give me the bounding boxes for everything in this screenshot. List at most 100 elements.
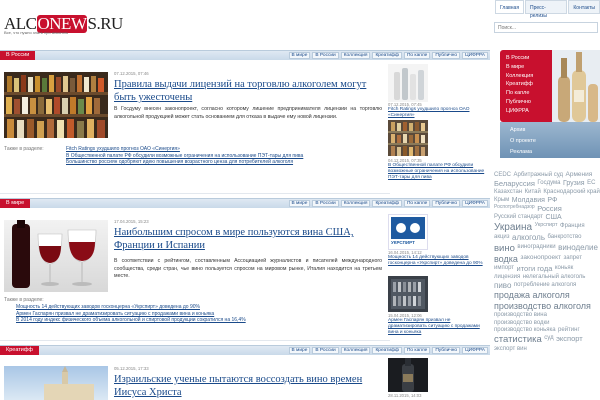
section-tab-public[interactable]: Публично: [432, 347, 461, 354]
menu-item-public[interactable]: Публично: [506, 98, 552, 107]
see-also-link[interactable]: Мощность 14 действующих заводов госконце…: [16, 304, 336, 311]
tag-link[interactable]: Госдума: [537, 180, 560, 186]
section-tab-po-kaple[interactable]: По капле: [403, 347, 431, 354]
tag-link[interactable]: Крым: [494, 197, 509, 203]
tag-link[interactable]: Франция: [560, 223, 585, 229]
tag-link[interactable]: водка: [494, 254, 518, 264]
side-photo-wine-store[interactable]: [388, 276, 428, 312]
section-tab-russia[interactable]: В России: [312, 347, 339, 354]
tag-link[interactable]: алкоголь: [512, 234, 545, 242]
top-nav-contacts[interactable]: Контакты: [568, 0, 600, 14]
side-news-link[interactable]: Fitch Ratings ухудшило прогноз ОАО «Сине…: [388, 107, 488, 119]
section-tab-collection[interactable]: Коллекция: [340, 347, 371, 354]
tag-link[interactable]: законопроект: [520, 254, 561, 262]
tag-link[interactable]: Краснодарский край: [543, 189, 600, 195]
article-photo-liquor-shelves[interactable]: [4, 72, 108, 138]
tag-link[interactable]: коньяк: [555, 265, 573, 271]
tag-link[interactable]: пиво: [494, 281, 511, 290]
side-photo-shop-shelves[interactable]: [388, 120, 428, 156]
menu-item-russia[interactable]: В России: [506, 54, 552, 63]
tag-link[interactable]: Русский стандарт: [494, 214, 543, 220]
tag-link[interactable]: вино: [494, 243, 515, 254]
tag-link[interactable]: Россия: [537, 205, 562, 213]
tag-link[interactable]: Китай: [525, 189, 541, 195]
side-photo-wine-bottle[interactable]: [388, 358, 428, 392]
article-headline[interactable]: Правила выдачи лицензий на торговлю алко…: [114, 78, 382, 104]
see-also-link[interactable]: Fitch Ratings ухудшило прогноз ОАО «Сине…: [66, 146, 386, 153]
tag-link[interactable]: импорт: [494, 265, 514, 271]
tag-link[interactable]: CEDC: [494, 172, 511, 178]
tag-link[interactable]: нелегальный алкоголь: [523, 274, 586, 280]
tag-link[interactable]: Арбитражный суд: [514, 172, 564, 178]
section-tab-tsifrra[interactable]: ЦИФРРА: [462, 347, 488, 354]
section-tab-world[interactable]: В мире: [288, 347, 311, 354]
tag-link[interactable]: рейтинг: [558, 327, 580, 333]
tag-link[interactable]: производство водки: [494, 320, 550, 326]
tag-link[interactable]: экспорт вин: [494, 346, 527, 352]
tag-link[interactable]: Украина: [494, 222, 532, 233]
search-input[interactable]: [494, 22, 598, 33]
tag-link[interactable]: статистика: [494, 334, 542, 345]
menu-item-po-kaple[interactable]: По капле: [506, 89, 552, 98]
side-news-link[interactable]: В Общественной палате РФ обсудили возмож…: [388, 163, 488, 180]
section-tab-world[interactable]: В мире: [288, 200, 311, 207]
section-tab-tsifrra[interactable]: ЦИФРРА: [462, 52, 488, 59]
tag-link[interactable]: банкротство: [548, 234, 582, 240]
section-tab-po-kaple[interactable]: По капле: [403, 52, 431, 59]
tag-link[interactable]: Казахстан: [494, 189, 522, 195]
tag-link[interactable]: суд: [544, 335, 553, 341]
article-photo-wine-glasses[interactable]: [4, 220, 108, 292]
tag-link[interactable]: Армения: [566, 171, 593, 179]
menu-item-about[interactable]: О проекте: [510, 136, 600, 147]
section-tab-public[interactable]: Публично: [432, 200, 461, 207]
tag-link[interactable]: Молдавия: [512, 197, 545, 204]
section-tab-creatiff[interactable]: Креатифф: [372, 347, 402, 354]
article-headline[interactable]: Наибольшим спросом в мире пользуются вин…: [114, 226, 382, 252]
tag-link[interactable]: потребление алкоголя: [514, 282, 576, 288]
tag-link[interactable]: Беларуссия: [494, 180, 535, 188]
tag-link[interactable]: экспорт: [556, 334, 583, 343]
article-headline[interactable]: Израильские ученые пытаются воссоздать в…: [114, 373, 382, 399]
section-tab-collection[interactable]: Коллекция: [340, 200, 371, 207]
section-tab-tsifrra[interactable]: ЦИФРРА: [462, 200, 488, 207]
menu-item-creatiff[interactable]: Креатифф: [506, 80, 552, 89]
section-tab-world[interactable]: В мире: [288, 52, 311, 59]
side-news-link[interactable]: Армен Гаспарян призвал не драматизироват…: [388, 318, 488, 335]
section-tab-russia[interactable]: В России: [312, 200, 339, 207]
top-nav-home[interactable]: Главная: [495, 0, 525, 14]
section-tab-public[interactable]: Публично: [432, 52, 461, 59]
tag-link[interactable]: виноделие: [558, 243, 598, 252]
menu-item-collection[interactable]: Коллекция: [506, 72, 552, 81]
tag-link[interactable]: Грузия: [563, 180, 585, 187]
side-photo-ukrspirt-logo[interactable]: УКРСПИРТ: [388, 214, 428, 250]
menu-item-world[interactable]: В мире: [506, 63, 552, 72]
tag-link[interactable]: запрет: [563, 255, 582, 261]
tag-link[interactable]: акциз: [494, 234, 510, 240]
tag-link[interactable]: лицензия: [494, 274, 520, 280]
top-nav-press[interactable]: Пресс-релизы: [525, 0, 568, 19]
tag-link[interactable]: продажа алкоголя: [494, 291, 570, 300]
tag-link[interactable]: США: [546, 214, 562, 221]
section-tab-collection[interactable]: Коллекция: [340, 52, 371, 59]
section-tab-po-kaple[interactable]: По капле: [403, 200, 431, 207]
banner-bottles[interactable]: [552, 50, 600, 122]
article-photo-jerusalem[interactable]: [4, 366, 108, 400]
tag-link[interactable]: итоги года: [517, 265, 553, 273]
side-news-link[interactable]: Мощность 14 действующих заводов госконце…: [388, 255, 488, 267]
menu-item-advertising[interactable]: Реклама: [510, 147, 600, 158]
section-tab-creatiff[interactable]: Креатифф: [372, 200, 402, 207]
tag-link[interactable]: ЕС: [587, 180, 595, 186]
menu-item-archive[interactable]: Архив: [510, 125, 600, 136]
tag-link[interactable]: Роспотребнадзор: [494, 205, 535, 210]
tag-link[interactable]: РФ: [547, 197, 557, 204]
section-tab-russia[interactable]: В России: [312, 52, 339, 59]
tag-link[interactable]: производство алкоголя: [494, 301, 591, 311]
menu-item-tsifrra[interactable]: ЦИФРРА: [506, 107, 552, 116]
side-photo-bottles[interactable]: [388, 64, 428, 102]
see-also-link[interactable]: Большинство россиян одобряют идею повыше…: [66, 159, 386, 166]
tag-link[interactable]: виноградники: [517, 244, 555, 250]
tag-link[interactable]: производство коньяка: [494, 327, 556, 333]
section-tab-creatiff[interactable]: Креатифф: [372, 52, 402, 59]
tag-link[interactable]: производство вина: [494, 312, 547, 318]
see-also-link[interactable]: В 2014 году индекс физического объема ал…: [16, 317, 336, 324]
